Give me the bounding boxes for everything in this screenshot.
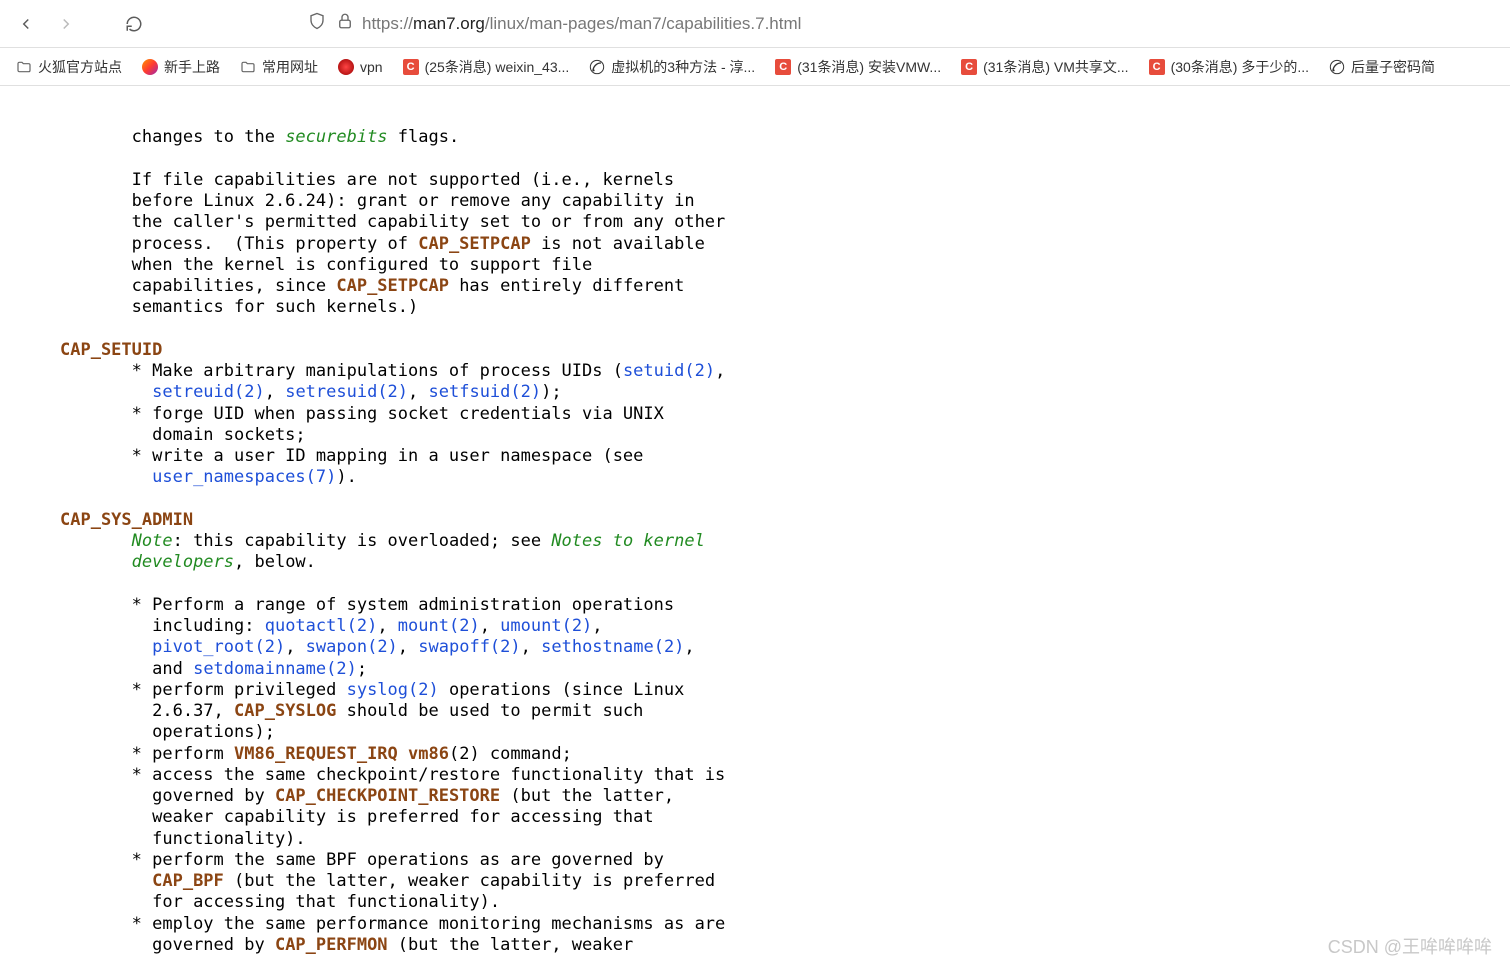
keyword-cap-syslog: CAP_SYSLOG (234, 701, 336, 721)
bookmark-label: vpn (360, 59, 383, 75)
bookmark-label: 常用网址 (262, 57, 318, 77)
bookmark-item[interactable]: C (31条消息) VM共享文... (953, 53, 1136, 81)
reload-button[interactable] (118, 8, 150, 40)
bookmark-item[interactable]: vpn (330, 55, 391, 79)
heading-cap-setuid: CAP_SETUID (60, 340, 162, 360)
folder-icon (240, 59, 256, 75)
bookmark-label: (30条消息) 多于少的... (1171, 57, 1309, 77)
bookmark-item[interactable]: C (31条消息) 安装VMW... (767, 53, 949, 81)
link-quotactl[interactable]: quotactl(2) (265, 616, 378, 636)
bookmark-item[interactable]: 新手上路 (134, 53, 228, 81)
keyword-vm86-request-irq: VM86_REQUEST_IRQ (234, 744, 398, 764)
url-text[interactable]: https://man7.org/linux/man-pages/man7/ca… (362, 14, 801, 34)
keyword-cap-setpcap: CAP_SETPCAP (418, 234, 531, 254)
url-bar[interactable]: https://man7.org/linux/man-pages/man7/ca… (158, 12, 1500, 35)
bookmark-label: (25条消息) weixin_43... (425, 57, 570, 77)
folder-icon (16, 59, 32, 75)
link-swapon[interactable]: swapon(2) (306, 637, 398, 657)
forward-button (50, 8, 82, 40)
bookmark-item[interactable]: 常用网址 (232, 53, 326, 81)
firefox-icon (142, 59, 158, 75)
lock-icon[interactable] (336, 12, 354, 35)
bookmark-item[interactable]: 后量子密码简 (1321, 53, 1443, 81)
link-swapoff[interactable]: swapoff(2) (418, 637, 520, 657)
cnblogs-icon (1329, 59, 1345, 75)
bookmark-label: (31条消息) VM共享文... (983, 57, 1128, 77)
heading-cap-sys-admin: CAP_SYS_ADMIN (60, 510, 193, 530)
vpn-icon (338, 59, 354, 75)
bookmark-item[interactable]: C (30条消息) 多于少的... (1141, 53, 1317, 81)
link-mount[interactable]: mount(2) (398, 616, 480, 636)
csdn-icon: C (1149, 59, 1165, 75)
page-content: changes to the securebits flags. If file… (0, 86, 1510, 976)
keyword-cap-checkpoint-restore: CAP_CHECKPOINT_RESTORE (275, 786, 500, 806)
link-sethostname[interactable]: sethostname(2) (541, 637, 684, 657)
link-setresuid[interactable]: setresuid(2) (285, 382, 408, 402)
link-pivot-root[interactable]: pivot_root(2) (152, 637, 285, 657)
link-setdomainname[interactable]: setdomainname(2) (193, 659, 357, 679)
bookmark-label: 虚拟机的3种方法 - 淳... (611, 57, 755, 77)
shield-icon[interactable] (308, 12, 326, 35)
link-user-namespaces[interactable]: user_namespaces(7) (152, 467, 336, 487)
bookmarks-bar: 火狐官方站点 新手上路 常用网址 vpn C (25条消息) weixin_43... 虚拟… (0, 48, 1510, 86)
link-setreuid[interactable]: setreuid(2) (152, 382, 265, 402)
keyword-vm86: vm86 (408, 744, 449, 764)
link-setuid[interactable]: setuid(2) (623, 361, 715, 381)
link-syslog[interactable]: syslog(2) (347, 680, 439, 700)
bookmark-label: 新手上路 (164, 57, 220, 77)
csdn-icon: C (775, 59, 791, 75)
keyword-cap-bpf: CAP_BPF (152, 871, 224, 891)
bookmark-label: (31条消息) 安装VMW... (797, 57, 941, 77)
link-umount[interactable]: umount(2) (500, 616, 592, 636)
browser-toolbar: https://man7.org/linux/man-pages/man7/ca… (0, 0, 1510, 48)
bookmark-item[interactable]: C (25条消息) weixin_43... (395, 53, 578, 81)
watermark-text: CSDN @王哞哞哞哞 (1328, 933, 1492, 959)
bookmark-label: 火狐官方站点 (38, 57, 122, 77)
bookmark-label: 后量子密码简 (1351, 57, 1435, 77)
back-button[interactable] (10, 8, 42, 40)
bookmark-item[interactable]: 虚拟机的3种方法 - 淳... (581, 53, 763, 81)
csdn-icon: C (961, 59, 977, 75)
note-label: Note (132, 531, 173, 551)
link-setfsuid[interactable]: setfsuid(2) (429, 382, 542, 402)
keyword-securebits: securebits (285, 127, 387, 147)
csdn-icon: C (403, 59, 419, 75)
cnblogs-icon (589, 59, 605, 75)
bookmark-item[interactable]: 火狐官方站点 (8, 53, 130, 81)
keyword-cap-perfmon: CAP_PERFMON (275, 935, 388, 955)
keyword-cap-setpcap: CAP_SETPCAP (336, 276, 449, 296)
